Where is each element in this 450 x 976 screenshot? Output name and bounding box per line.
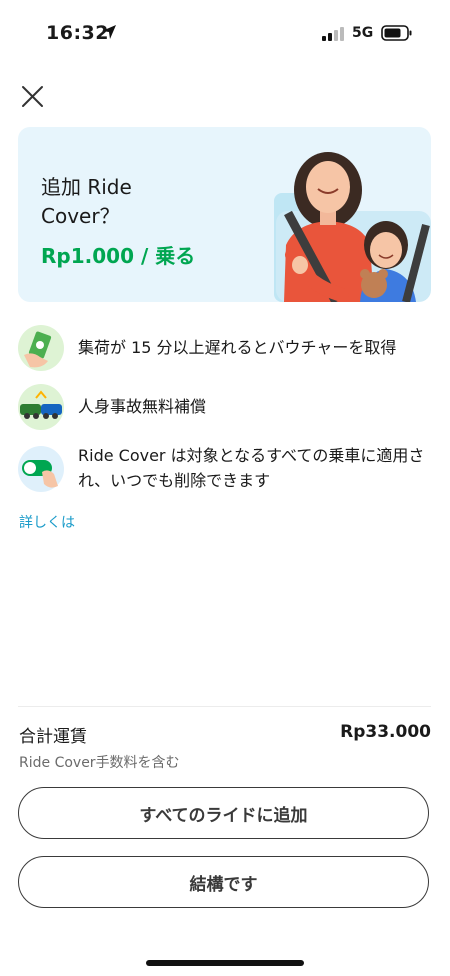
toggle-icon [18,446,64,492]
voucher-icon [18,325,64,371]
battery-icon [381,25,412,41]
benefit-accident: 人身事故無料補償 [18,384,430,430]
banner-title-line2: Cover？ [41,204,120,228]
banner-title-line1: 追加 Ride [41,175,132,199]
banner-price: Rp1.000 / 乗る [41,244,196,268]
learn-more-link[interactable]: 詳しくは [19,512,75,532]
fare-value: Rp33.000 [340,722,431,742]
ride-cover-banner: 追加 Ride Cover？ Rp1.000 / 乗る [18,127,431,302]
mother-child-seatbelt-illustration [274,152,431,302]
network-type: 5G [352,25,374,41]
benefit-toggle-text: Ride Cover は対象となるすべての乗車に適用され、いつでも削除できます [78,446,425,490]
status-time: 16:32 [46,22,109,44]
benefit-toggle: Ride Cover は対象となるすべての乗車に適用され、いつでも削除できます [18,443,430,503]
close-icon [22,86,43,107]
fare-note: Ride Cover手数料を含む [19,755,180,771]
car-accident-icon [18,384,64,430]
benefit-voucher-text: 集荷が 15 分以上遅れるとバウチャーを取得 [78,338,397,357]
status-bar: 16:32 5G [0,0,450,62]
benefit-voucher: 集荷が 15 分以上遅れるとバウチャーを取得 [18,325,430,371]
divider [18,706,431,707]
fare-label: 合計運賃 [19,727,87,747]
benefit-accident-text: 人身事故無料補償 [78,397,207,416]
banner-title: 追加 Ride Cover？ [41,173,181,231]
home-indicator [146,960,304,966]
add-to-all-rides-button[interactable]: すべてのライドに追加 [18,787,429,839]
signal-icon [322,27,344,41]
close-button[interactable] [18,82,48,112]
location-arrow-icon [102,25,116,39]
decline-button[interactable]: 結構です [18,856,429,908]
